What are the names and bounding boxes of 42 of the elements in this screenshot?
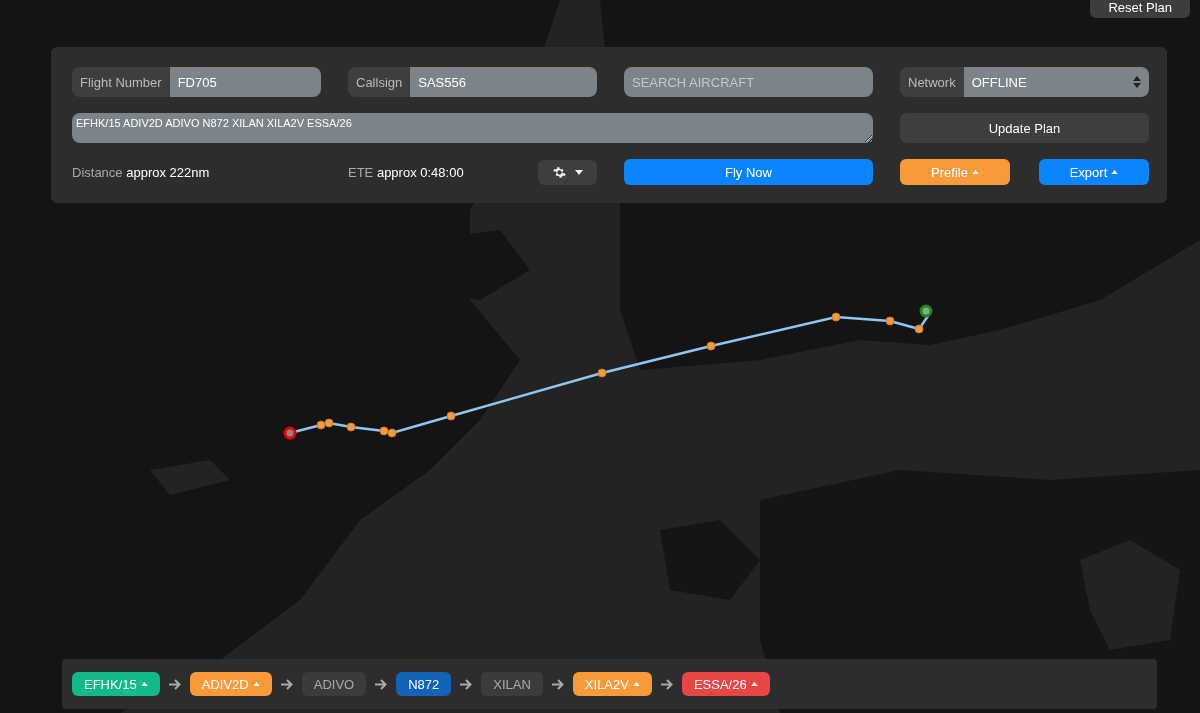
waypoint-marker[interactable]	[379, 426, 389, 436]
caret-icon	[632, 682, 640, 686]
distance-text: Distance approx 222nm	[72, 164, 210, 180]
waypoint-marker[interactable]	[316, 420, 326, 430]
route-chip[interactable]: N872	[396, 672, 452, 696]
caret-icon	[252, 682, 260, 686]
waypoint-marker[interactable]	[885, 316, 895, 326]
route-field[interactable]: EFHK/15 ADIV2D ADIVO N872 XILAN XILA2V ESSA/26	[72, 113, 873, 143]
waypoint-marker[interactable]	[914, 324, 924, 334]
destination-marker[interactable]	[283, 426, 297, 440]
waypoint-marker[interactable]	[346, 422, 356, 432]
route-chip[interactable]: ESSA/26	[681, 672, 770, 696]
search-field[interactable]: SEARCH AIRCRAFT	[624, 67, 873, 97]
arrow-icon	[460, 678, 473, 690]
fly-now-button[interactable]: Fly Now	[624, 159, 873, 185]
caret-icon	[750, 682, 758, 686]
caret-icon	[574, 169, 583, 175]
export-button[interactable]: Export	[1039, 159, 1149, 185]
waypoint-marker[interactable]	[597, 368, 607, 378]
update-plan-button[interactable]: Update Plan	[900, 113, 1149, 143]
caret-icon	[971, 170, 979, 174]
waypoint-marker[interactable]	[706, 341, 716, 351]
waypoint-marker[interactable]	[446, 411, 456, 421]
settings-dropdown[interactable]	[538, 159, 597, 185]
origin-marker[interactable]	[919, 304, 933, 318]
waypoint-marker[interactable]	[831, 312, 841, 322]
waypoint-marker[interactable]	[387, 428, 397, 438]
route-chip[interactable]: EFHK/15	[72, 672, 160, 696]
reset-plan-button[interactable]: Reset Plan	[1090, 0, 1190, 18]
arrow-icon	[168, 678, 181, 690]
arrow-icon	[375, 678, 388, 690]
caret-icon	[140, 682, 148, 686]
arrow-icon	[280, 678, 293, 690]
ete-text: ETE approx 0:48:00	[348, 164, 464, 180]
arrow-icon	[551, 678, 564, 690]
caret-icon	[1111, 170, 1119, 174]
settings-icon	[552, 165, 566, 179]
route-chip[interactable]: XILAN	[481, 672, 543, 696]
sort-icon	[1133, 76, 1141, 88]
arrow-icon	[660, 678, 673, 690]
waypoint-marker[interactable]	[324, 418, 334, 428]
route-chip[interactable]: ADIVO	[301, 672, 367, 696]
